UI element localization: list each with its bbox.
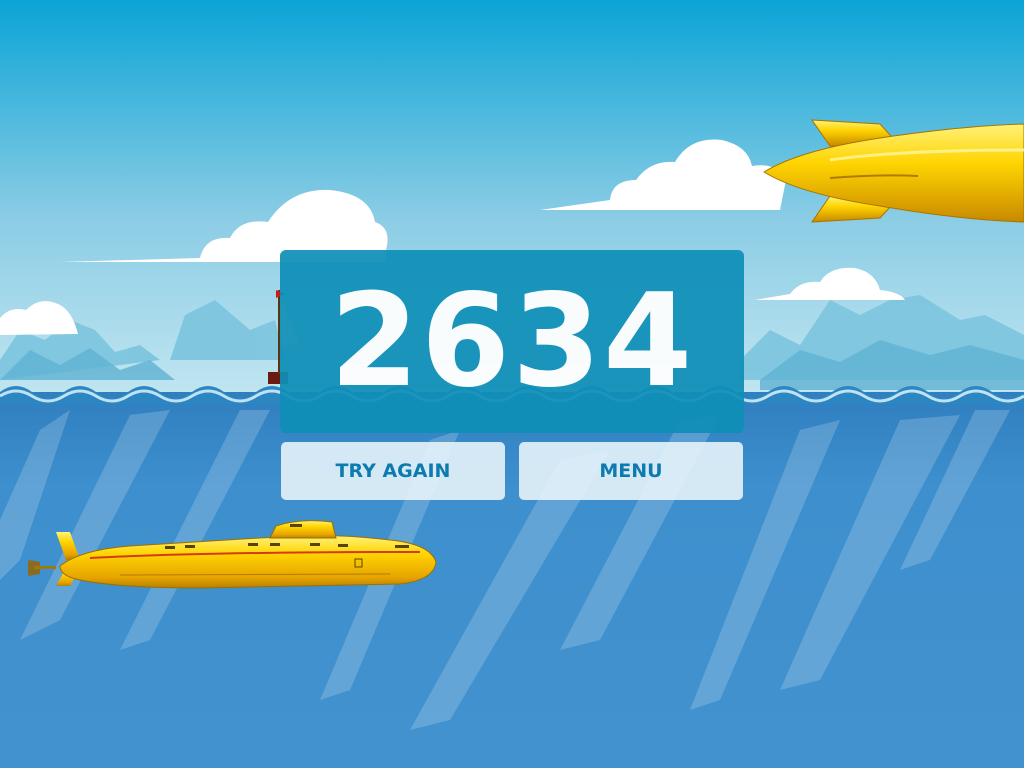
score-value: 2634 [329, 266, 695, 416]
menu-button[interactable]: MENU [519, 442, 743, 500]
try-again-button[interactable]: TRY AGAIN [281, 442, 505, 500]
score-panel: 2634 [280, 250, 744, 433]
